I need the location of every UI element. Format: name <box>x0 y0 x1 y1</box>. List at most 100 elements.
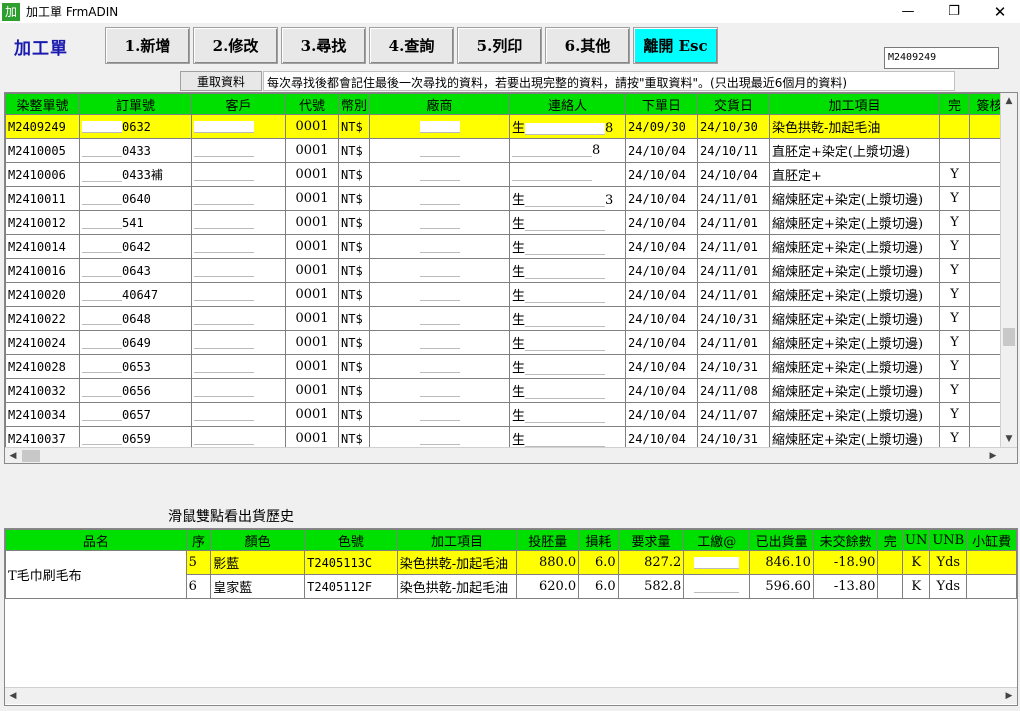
code-cell: 0001 <box>285 306 339 331</box>
due-date-cell: 24/11/01 <box>697 282 771 307</box>
other-button[interactable]: 6.其他 <box>545 27 630 64</box>
code-cell: 0001 <box>285 138 339 163</box>
details-column-header[interactable]: UN <box>901 529 931 551</box>
details-grid[interactable]: 品名序顏色 色號 加工項目 投胚量 損耗 要求量 工繳@ 已出貨量 未交餘數完 UN UNB 小缸費 … <box>4 528 1018 706</box>
details-horizontal-scrollbar[interactable]: ◀ ▶ <box>5 687 1017 704</box>
scroll-thumb[interactable] <box>1003 328 1015 346</box>
details-column-header[interactable]: 顏色 <box>210 529 306 551</box>
orders-column-header[interactable]: 代號 <box>285 93 339 115</box>
orders-column-header[interactable]: 訂單號 <box>79 93 192 115</box>
contact-cell: 生 <box>509 258 627 283</box>
table-row[interactable]: M2410022 0648 0001 NT$ 生 24/10/04 24/10/31 縮煉胚定… <box>5 306 1011 331</box>
orders-column-header[interactable]: 幣別 <box>337 93 371 115</box>
details-column-header[interactable]: 要求量 <box>617 529 685 551</box>
scroll-up-icon[interactable]: ▲ <box>1001 93 1017 109</box>
table-row[interactable]: M2410011 0640 0001 NT$ 生 3 24/10/04 24/11/01 縮煉胚… <box>5 186 1011 211</box>
scroll-right-icon[interactable]: ▶ <box>985 448 1001 463</box>
table-row[interactable]: M2410014 0642 0001 NT$ 生 24/10/04 24/11/01 縮煉胚定… <box>5 234 1011 259</box>
table-row[interactable]: T毛巾刷毛布 5 影藍 T2405113C 染色拱乾-加起毛油 880.0 6.0 827.2… <box>5 550 1017 599</box>
code-cell: 0001 <box>285 162 339 187</box>
redacted-text <box>194 408 254 421</box>
order-date-cell: 24/10/04 <box>625 282 699 307</box>
maximize-button[interactable]: ❐ <box>931 0 977 23</box>
shipped-qty-cell: 596.60 <box>749 574 814 599</box>
done-cell: Y <box>939 162 971 187</box>
process-item-cell: 縮煉胚定+染定(上漿切邊) <box>769 402 941 427</box>
scroll-thumb[interactable] <box>22 450 40 462</box>
scroll-left-icon[interactable]: ◀ <box>5 688 21 704</box>
scroll-down-icon[interactable]: ▼ <box>1001 431 1017 447</box>
vendor-cell <box>369 378 511 403</box>
table-row[interactable]: M2410005 0433 0001 NT$ 8 24/10/04 24/10/11 直胚定+… <box>5 138 1011 163</box>
exit-button[interactable]: 離開 Esc <box>633 27 718 64</box>
query-button[interactable]: 4.查詢 <box>369 27 454 64</box>
scroll-left-icon[interactable]: ◀ <box>5 448 21 463</box>
input-qty-cell: 620.0 <box>516 574 580 599</box>
due-date-cell: 24/11/08 <box>697 378 771 403</box>
print-button[interactable]: 5.列印 <box>457 27 542 64</box>
details-column-header[interactable]: UNB <box>929 529 968 551</box>
order-no-cell: M2410006 <box>5 162 80 187</box>
process-item-cell: 縮煉胚定+染定(上漿切邊) <box>769 234 941 259</box>
remaining-cell: -13.80 <box>812 574 879 599</box>
order-no-cell: M2410005 <box>5 138 80 163</box>
current-code-field[interactable]: M2409249 <box>884 47 999 69</box>
table-row[interactable]: M2410034 0657 0001 NT$ 生 24/10/04 24/11/07 縮煉胚定… <box>5 402 1011 427</box>
code-cell: 0001 <box>285 354 339 379</box>
details-column-header[interactable]: 未交餘數 <box>812 529 879 551</box>
scroll-right-icon[interactable]: ▶ <box>1001 688 1017 704</box>
table-row[interactable]: M2410006 0433補 0001 NT$ 24/10/04 24/10/04 直胚定+… <box>5 162 1011 187</box>
details-column-header[interactable]: 品名 <box>5 529 187 551</box>
order-date-cell: 24/09/30 <box>625 114 699 139</box>
order-date-cell: 24/10/04 <box>625 210 699 235</box>
new-button[interactable]: 1.新增 <box>105 27 190 64</box>
orders-column-header[interactable]: 客戶 <box>191 93 286 115</box>
orders-horizontal-scrollbar[interactable]: ◀ ▶ <box>5 447 1017 463</box>
close-button[interactable]: ✕ <box>977 0 1020 23</box>
order-no-cell: M2410011 <box>5 186 80 211</box>
orders-column-header[interactable]: 加工項目 <box>769 93 941 115</box>
minimize-button[interactable]: — <box>885 0 931 23</box>
redacted-text <box>419 240 460 253</box>
details-column-header[interactable]: 序 <box>185 529 212 551</box>
orders-column-header[interactable]: 下單日 <box>625 93 699 115</box>
table-row[interactable]: M2409249 0632 0001 NT$ 生 8 24/09/30 24/10/30 染色拱… <box>5 114 1011 139</box>
details-column-header[interactable]: 已出貨量 <box>749 529 814 551</box>
details-column-header[interactable]: 小缸費 <box>966 529 1017 551</box>
orders-grid[interactable]: 染整單號 訂單號 客戶 代號 幣別 廠商 連絡人 下單日 交貨日 加工項目完簽核 M2409249… <box>4 92 1018 464</box>
edit-button[interactable]: 2.修改 <box>193 27 278 64</box>
done-cell <box>877 550 903 575</box>
table-row[interactable]: M2410012 541 0001 NT$ 生 24/10/04 24/11/01 縮煉胚定+… <box>5 210 1011 235</box>
redacted-text <box>82 361 122 373</box>
vendor-cell <box>369 402 511 427</box>
details-column-header[interactable]: 投胚量 <box>516 529 580 551</box>
table-row[interactable]: M2410020 40647 0001 NT$ 生 24/10/04 24/11/01 縮煉胚… <box>5 282 1011 307</box>
table-row[interactable]: M2410016 0643 0001 NT$ 生 24/10/04 24/11/01 縮煉胚定… <box>5 258 1011 283</box>
redacted-text <box>525 290 606 303</box>
done-cell: Y <box>939 186 971 211</box>
orders-column-header[interactable]: 連絡人 <box>509 93 627 115</box>
details-column-header[interactable]: 完 <box>877 529 903 551</box>
details-column-header[interactable]: 工繳@ <box>683 529 751 551</box>
color-no-cell: T2405112F <box>304 574 398 599</box>
orders-column-header[interactable]: 廠商 <box>369 93 511 115</box>
search-button[interactable]: 3.尋找 <box>281 27 366 64</box>
reload-button[interactable]: 重取資料 <box>180 71 262 91</box>
table-row[interactable]: M2410028 0653 0001 NT$ 生 24/10/04 24/10/31 縮煉胚定… <box>5 354 1011 379</box>
contact-prefix: 生 <box>512 121 526 136</box>
details-column-header[interactable]: 加工項目 <box>396 529 518 551</box>
done-cell <box>877 574 903 599</box>
details-column-header[interactable]: 色號 <box>304 529 398 551</box>
redacted-text <box>525 242 606 255</box>
order-number-text: 0653 <box>122 359 151 374</box>
table-row[interactable]: M2410032 0656 0001 NT$ 生 24/10/04 24/11/08 縮煉胚定… <box>5 378 1011 403</box>
table-row[interactable]: M2410024 0649 0001 NT$ 生 24/10/04 24/11/01 縮煉胚定… <box>5 330 1011 355</box>
customer-cell <box>191 402 286 427</box>
details-column-header[interactable]: 損耗 <box>578 529 619 551</box>
orders-vertical-scrollbar[interactable]: ▲ ▼ <box>1000 93 1017 447</box>
order-date-cell: 24/10/04 <box>625 138 699 163</box>
orders-column-header[interactable]: 完 <box>939 93 971 115</box>
currency-cell: NT$ <box>337 162 371 187</box>
orders-column-header[interactable]: 染整單號 <box>5 93 80 115</box>
orders-column-header[interactable]: 交貨日 <box>697 93 771 115</box>
